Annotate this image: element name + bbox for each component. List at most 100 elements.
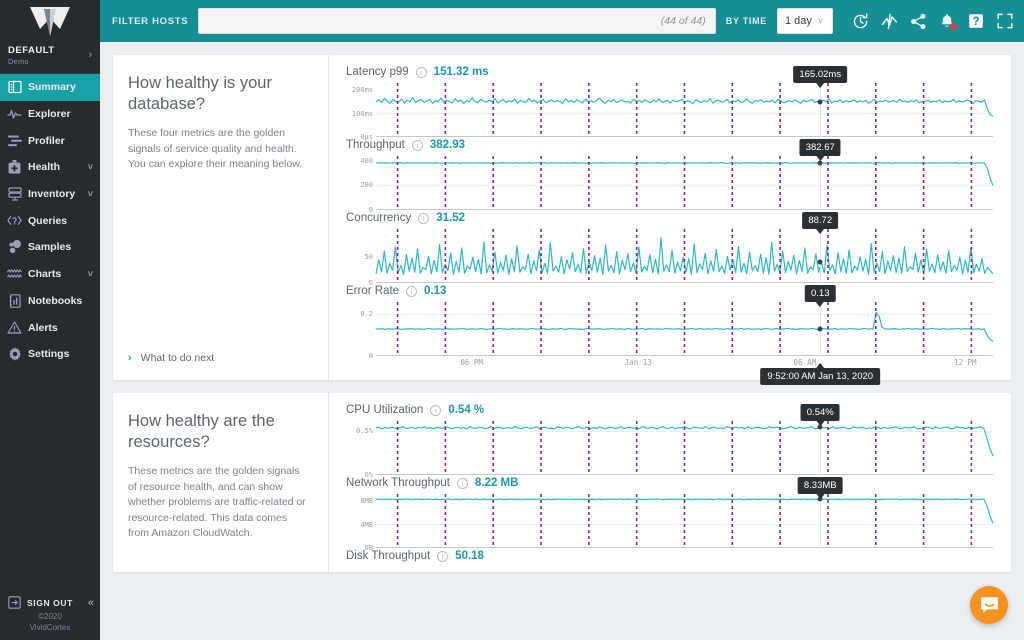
y-axis-tick: 0.2 <box>360 310 373 319</box>
sparkline-chart[interactable]: 8MB 4MB 0B 8.33MB <box>335 477 993 552</box>
sidebar-item-label: Inventory <box>28 188 76 201</box>
intercom-chat-icon[interactable] <box>970 586 1008 624</box>
metric-error-rate: Error Rate i 0.13 0.2 0 0.13 <box>335 285 993 360</box>
sidebar-item-label: Samples <box>28 241 72 254</box>
collapse-sidebar-icon[interactable]: « <box>88 597 94 609</box>
cursor-point <box>817 259 823 265</box>
x-axis-tick: Jan 13 <box>624 358 652 367</box>
metric-label: Network Throughput <box>346 477 450 489</box>
y-axis-labels: 400 200 0 <box>335 156 373 214</box>
sparkline-chart[interactable]: 200ms 100ms 0µs 165.02ms <box>335 66 993 141</box>
vividcortex-logo-icon[interactable] <box>0 0 100 42</box>
info-icon[interactable]: i <box>406 285 418 297</box>
x-axis-tick: 12 PM <box>953 358 977 367</box>
y-axis-tick: 100ms <box>351 109 373 118</box>
time-range-value: 1 day <box>785 15 812 27</box>
plot-area[interactable]: 88.72 <box>376 212 993 283</box>
metric-value: 382.93 <box>429 139 466 151</box>
chevron-down-icon: ˅ <box>87 189 93 200</box>
sidebar-item-label: Explorer <box>28 108 71 121</box>
share-icon[interactable] <box>909 12 927 30</box>
summary-icon <box>7 80 22 95</box>
sign-out-row[interactable]: SIGN OUT « <box>0 595 100 610</box>
value-tooltip: 382.67 <box>799 139 841 161</box>
sidebar-item-label: Health <box>28 161 61 174</box>
sidebar-item-notebooks[interactable]: Notebooks <box>0 288 100 315</box>
y-axis-tick: 50 <box>364 253 373 262</box>
y-axis-tick: 0B <box>364 544 373 552</box>
chevron-down-icon: ˅ <box>817 16 824 26</box>
metric-header: Disk Throughput i 50.18 <box>335 550 993 562</box>
y-axis-labels: 8MB 4MB 0B <box>335 494 373 552</box>
y-axis-tick: 0 <box>368 352 373 360</box>
sidebar-item-label: Notebooks <box>28 294 83 307</box>
y-axis-tick: 0 <box>368 206 373 214</box>
app-root: DEFAULT Demo › Summary Explorer Profiler… <box>0 0 1024 640</box>
sparkline-chart[interactable]: 400 200 0 382.67 <box>335 139 993 214</box>
filter-hosts-label: FILTER HOSTS <box>112 15 189 27</box>
database-health-card: How healthy is your database? These four… <box>113 55 1011 385</box>
filter-hosts-input[interactable]: (44 of 44) <box>198 8 716 34</box>
explorer-icon <box>7 107 22 122</box>
cursor-line <box>820 494 822 548</box>
info-icon[interactable]: i <box>411 139 423 151</box>
metric-label: Disk Throughput <box>346 550 431 562</box>
what-to-do-next-link[interactable]: › What to do next <box>128 352 214 364</box>
page-title: How healthy is your database? <box>128 74 272 114</box>
refresh-icon[interactable] <box>851 12 869 30</box>
plot-area[interactable]: 382.67 <box>376 139 993 210</box>
sparkline-chart[interactable]: 50 0 88.72 <box>335 212 993 287</box>
sidebar-item-explorer[interactable]: Explorer <box>0 101 100 128</box>
org-switcher[interactable]: DEFAULT Demo › <box>0 42 100 74</box>
x-axis-tick: 06 AM <box>793 358 817 367</box>
topbar: FILTER HOSTS (44 of 44) BY TIME 1 day ˅ <box>100 0 1024 42</box>
help-icon[interactable]: ? <box>967 12 985 30</box>
sidebar-item-profiler[interactable]: Profiler <box>0 127 100 154</box>
metric-header: CPU Utilization i 0.54 % <box>335 404 993 416</box>
info-icon[interactable]: i <box>415 66 427 78</box>
value-tooltip: 88.72 <box>802 212 839 234</box>
sidebar-item-queries[interactable]: Queries <box>0 207 100 234</box>
metric-header: Network Throughput i 8.22 MB <box>335 477 993 489</box>
org-name: DEFAULT <box>8 45 55 56</box>
metric-disk-throughput: Disk Throughput i 50.18 <box>335 550 993 562</box>
plot-area[interactable]: 8.33MB <box>376 477 993 548</box>
y-axis-tick: 0% <box>364 471 373 479</box>
plot-area[interactable]: 165.02ms <box>376 66 993 137</box>
svg-text:?: ? <box>972 16 979 28</box>
time-range-select[interactable]: 1 day ˅ <box>777 8 833 34</box>
notification-badge <box>950 23 957 30</box>
info-icon[interactable]: i <box>430 404 442 416</box>
cursor-point <box>817 160 823 166</box>
what-to-do-next-label: What to do next <box>140 352 215 364</box>
plot-area[interactable]: 0.54% <box>376 404 993 475</box>
sparkline-chart[interactable]: 0.5% 0% 0.54% <box>335 404 993 479</box>
line-chart-icon[interactable] <box>880 12 898 30</box>
sidebar-item-settings[interactable]: Settings <box>0 341 100 368</box>
sparkline-chart[interactable]: 0.2 0 0.13 <box>335 285 993 360</box>
metric-cpu-utilization: CPU Utilization i 0.54 % 0.5% 0% 0.54% <box>335 404 993 479</box>
sidebar-item-alerts[interactable]: Alerts <box>0 314 100 341</box>
sidebar-nav: Summary Explorer Profiler Health ˅ Inven… <box>0 74 100 368</box>
y-axis-tick: 0.5% <box>356 427 373 436</box>
sidebar-item-samples[interactable]: Samples <box>0 234 100 261</box>
plot-area[interactable]: 0.13 <box>376 285 993 356</box>
value-tooltip: 8.33MB <box>797 477 843 499</box>
chevron-right-icon: › <box>128 352 132 364</box>
info-icon[interactable]: i <box>456 477 468 489</box>
sidebar-item-summary[interactable]: Summary <box>0 74 100 101</box>
copyright-brand: VividCortex <box>29 623 71 633</box>
value-tooltip: 165.02ms <box>793 66 848 88</box>
info-icon[interactable]: i <box>418 212 430 224</box>
metric-value: 151.32 ms <box>433 66 489 78</box>
sidebar-item-health[interactable]: Health ˅ <box>0 154 100 181</box>
notifications-bell-icon[interactable] <box>938 12 957 30</box>
sidebar-item-inventory[interactable]: Inventory ˅ <box>0 181 100 208</box>
charts-icon <box>7 267 22 282</box>
sidebar-item-charts[interactable]: Charts ˅ <box>0 261 100 288</box>
metric-value: 50.18 <box>455 550 484 562</box>
sign-out-icon <box>7 595 22 610</box>
fullscreen-icon[interactable] <box>996 12 1014 30</box>
info-icon[interactable]: i <box>437 550 449 562</box>
sidebar-item-label: Profiler <box>28 134 65 147</box>
